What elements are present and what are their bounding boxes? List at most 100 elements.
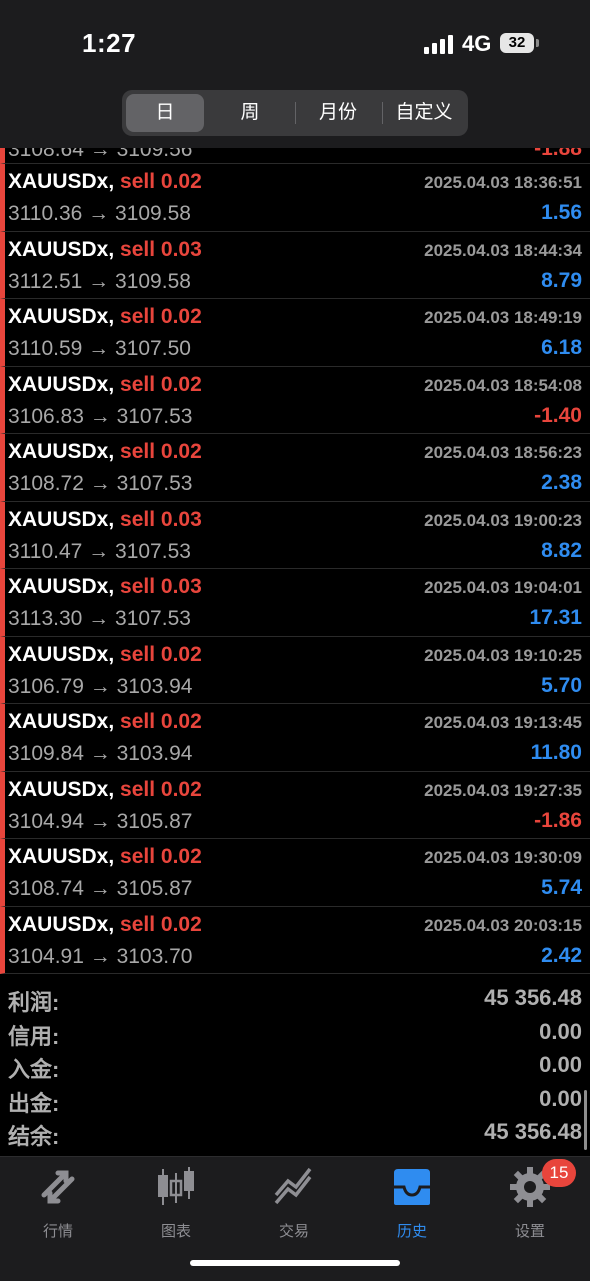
tab-label: 交易 [278,1223,309,1240]
trade-symbol: XAUUSDx, [8,710,115,733]
trade-symbol-line: XAUUSDx, sell 0.03 [8,238,202,262]
trade-row-partial[interactable]: 3108.64 → 3109.56 -1.88 [0,148,590,164]
trade-prices: 3109.84 → 3103.94 [8,742,193,765]
trade-symbol-line: XAUUSDx, sell 0.03 [8,575,202,599]
trade-symbol-line: XAUUSDx, sell 0.02 [8,913,202,937]
trade-side: sell 0.03 [120,507,202,531]
trade-symbol-line: XAUUSDx, sell 0.02 [8,710,202,734]
trade-prices: 3104.94 → 3105.87 [8,809,193,833]
trade-datetime: 2025.04.03 19:10:25 [424,645,582,665]
trade-symbol: XAUUSDx, [8,777,115,801]
tab-quotes[interactable]: 行情 [8,1165,108,1241]
trade-profit: -1.88 [534,148,582,160]
summary-label: 入金: [8,1057,60,1082]
trade-datetime: 2025.04.03 18:49:19 [424,308,582,327]
trade-row[interactable]: XAUUSDx, sell 0.02 2025.04.03 19:13:45 310… [0,704,590,772]
trade-datetime: 2025.04.03 19:27:35 [424,780,582,800]
trade-side: sell 0.02 [120,440,202,463]
trade-side: sell 0.03 [120,575,202,598]
trade-datetime: 2025.04.03 19:00:23 [424,510,582,530]
trade-symbol: XAUUSDx, [8,575,115,598]
candlestick-icon [158,1167,194,1205]
trade-profit: 2.42 [541,943,582,967]
summary-row: 信用: 0.00 [0,1019,590,1053]
trade-profit: 1.56 [541,201,582,224]
trade-profit: 11.80 [530,741,582,764]
trade-row[interactable]: XAUUSDx, sell 0.03 2025.04.03 18:44:34 311… [0,231,590,299]
tab-history[interactable]: 历史 [362,1165,462,1241]
summary-value: 45 356.48 [484,1119,582,1144]
trade-datetime: 2025.04.03 18:56:23 [424,443,582,462]
trade-chart-icon [274,1167,312,1205]
trade-row[interactable]: XAUUSDx, sell 0.02 2025.04.03 18:54:08 310… [0,366,590,434]
trade-row[interactable]: XAUUSDx, sell 0.02 2025.04.03 19:30:09 310… [0,839,590,907]
tab-month[interactable]: 月份 [296,94,380,132]
summary-value: 45 356.48 [484,985,582,1010]
trade-symbol: XAUUSDx, [8,237,115,261]
trade-row[interactable]: XAUUSDx, sell 0.02 2025.04.03 19:27:35 310… [0,771,590,839]
trade-datetime: 2025.04.03 18:44:34 [424,240,582,260]
trade-symbol-line: XAUUSDx, sell 0.02 [8,440,202,464]
home-indicator[interactable] [190,1260,400,1266]
tab-day[interactable]: 日 [126,94,204,132]
tab-label: 设置 [514,1223,545,1240]
tab-label: 历史 [396,1223,427,1240]
trade-symbol: XAUUSDx, [8,170,115,193]
summary-label: 出金: [8,1090,60,1116]
trade-symbol: XAUUSDx, [8,912,115,936]
trade-symbol-line: XAUUSDx, sell 0.02 [8,170,202,194]
tab-chart[interactable]: 图表 [126,1165,226,1241]
trade-side: sell 0.02 [120,170,202,193]
scrollbar[interactable] [584,1090,587,1150]
trade-side: sell 0.02 [120,372,202,396]
trade-profit: -1.86 [534,808,582,832]
tab-week[interactable]: 周 [208,94,292,132]
trade-symbol: XAUUSDx, [8,507,115,531]
trade-profit: 6.18 [541,336,582,359]
arrows-icon [41,1170,75,1204]
summary-label: 结余: [8,1124,60,1149]
battery-tip [536,39,539,47]
trade-row[interactable]: XAUUSDx, sell 0.02 2025.04.03 19:10:25 310… [0,636,590,704]
trade-symbol-line: XAUUSDx, sell 0.02 [8,845,202,869]
trade-prices: 3110.36 → 3109.58 [8,202,191,225]
trade-side: sell 0.02 [120,642,202,666]
trade-prices: 3108.64 → 3109.56 [8,148,193,161]
trade-profit: 17.31 [529,606,582,629]
network-type: 4G [462,31,492,56]
trade-side: sell 0.03 [120,237,202,261]
trade-side: sell 0.02 [120,845,202,868]
trade-symbol: XAUUSDx, [8,845,115,868]
trade-row[interactable]: XAUUSDx, sell 0.02 2025.04.03 18:49:19 311… [0,299,590,367]
trade-datetime: 2025.04.03 20:03:15 [424,915,582,935]
trade-prices: 3106.83 → 3107.53 [8,404,193,428]
trade-symbol: XAUUSDx, [8,642,115,666]
trade-row[interactable]: XAUUSDx, sell 0.03 2025.04.03 19:00:23 311… [0,501,590,569]
trade-row[interactable]: XAUUSDx, sell 0.02 2025.04.03 18:36:51 311… [0,164,590,232]
status-time: 1:27 [82,28,137,58]
trade-row[interactable]: XAUUSDx, sell 0.03 2025.04.03 19:04:01 311… [0,569,590,637]
trade-prices: 3104.91 → 3103.70 [8,944,193,968]
tab-custom[interactable]: 自定义 [383,94,465,132]
trade-row[interactable]: XAUUSDx, sell 0.02 2025.04.03 20:03:15 310… [0,906,590,974]
tab-trade[interactable]: 交易 [244,1165,344,1241]
trade-side: sell 0.02 [120,912,202,936]
trade-prices: 3106.79 → 3103.94 [8,674,193,698]
summary-row: 出金: 0.00 [0,1086,590,1120]
summary-row: 入金: 0.00 [0,1052,590,1086]
trade-symbol: XAUUSDx, [8,372,115,396]
trade-prices: 3108.74 → 3105.87 [8,877,193,900]
trade-row[interactable]: XAUUSDx, sell 0.02 2025.04.03 18:56:23 310… [0,434,590,502]
summary-label: 利润: [8,990,60,1015]
summary-value: 0.00 [539,1018,582,1044]
battery-icon: 32 [500,33,534,53]
trade-profit: 2.38 [541,471,582,494]
trade-profit: 8.82 [541,538,582,562]
trade-symbol-line: XAUUSDx, sell 0.02 [8,643,202,667]
trade-symbol-line: XAUUSDx, sell 0.02 [8,373,202,397]
trade-profit: 5.74 [541,876,582,899]
trade-datetime: 2025.04.03 18:54:08 [424,375,582,395]
trade-datetime: 2025.04.03 19:04:01 [424,578,582,597]
trade-symbol-line: XAUUSDx, sell 0.03 [8,508,202,532]
trade-datetime: 2025.04.03 19:30:09 [424,848,582,867]
